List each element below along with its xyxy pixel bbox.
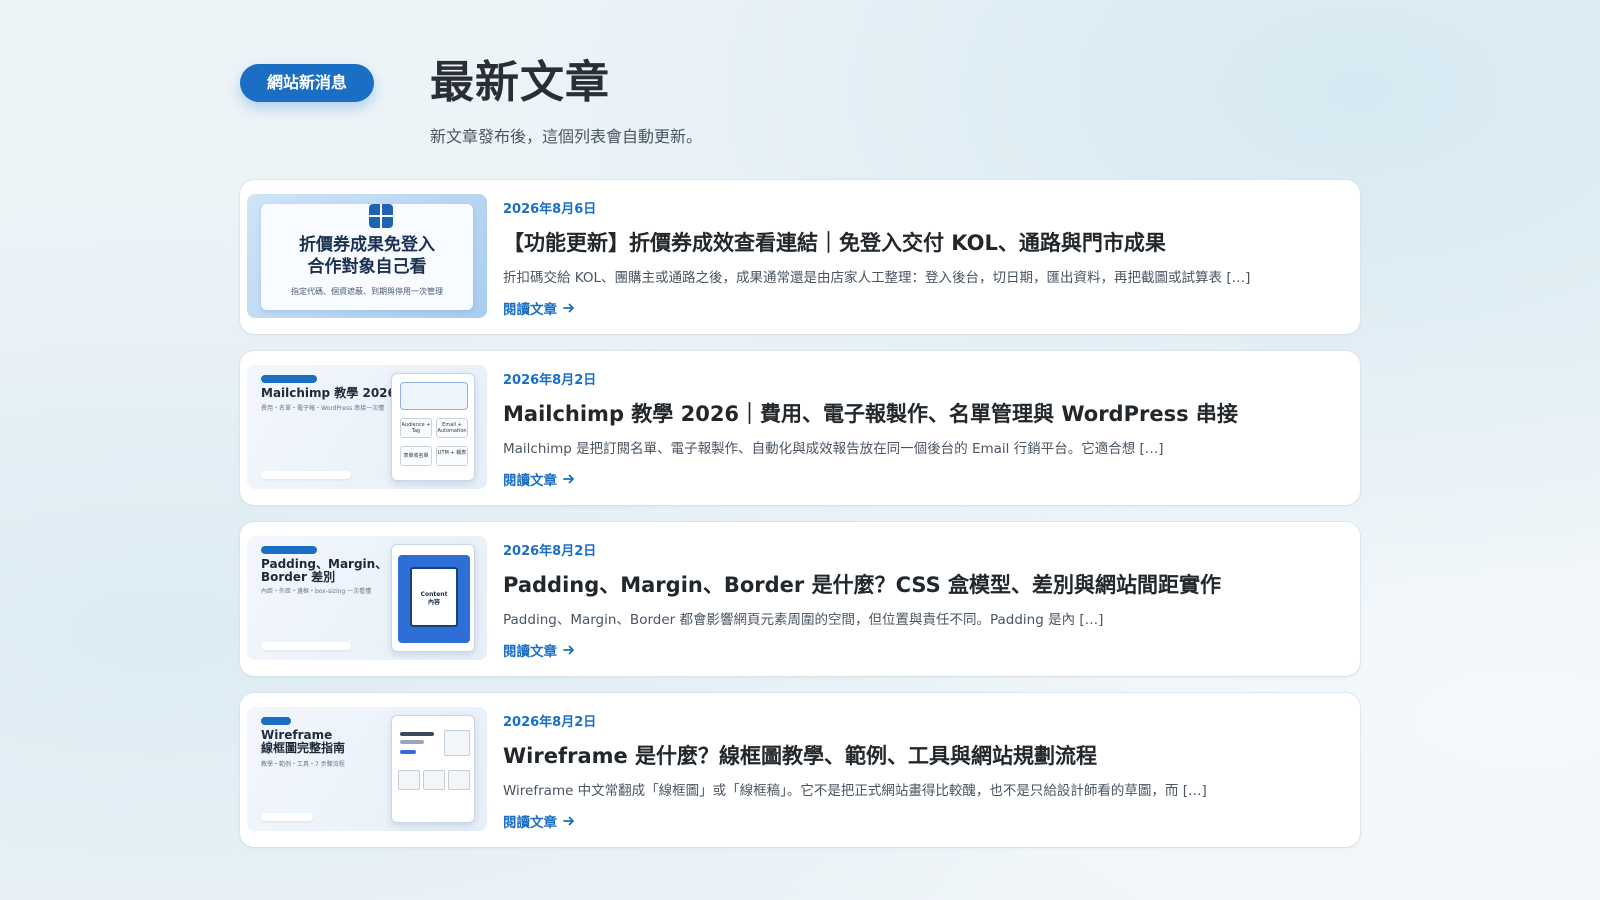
arrow-right-icon [563, 474, 574, 484]
post-card: Mailchimp 教學 2026 費用・名單・電子報・WordPress 串接… [240, 351, 1360, 505]
brand-logo-icon [369, 204, 393, 228]
thumbnail-subtext: 教學・範例・工具・7 步驟流程 [261, 761, 345, 768]
post-thumbnail[interactable]: Padding、Margin、Border 差別 內距・外距・邊框・box-si… [247, 536, 487, 660]
thumbnail-subtext: 費用・名單・電子報・WordPress 串接一次懂 [261, 405, 385, 412]
post-card: Wireframe 線框圖完整指南 教學・範例・工具・7 步驟流程 2026年8… [240, 693, 1360, 847]
post-content: 2026年8月2日 Mailchimp 教學 2026｜費用、電子報製作、名單管… [503, 372, 1333, 489]
post-content: 2026年8月6日 【功能更新】折價券成效查看連結｜免登入交付 KOL、通路與門… [503, 201, 1333, 318]
thumbnail-subtext: 內距・外距・邊框・box-sizing 一次看懂 [261, 588, 372, 595]
read-more-link[interactable]: 閱讀文章 [503, 298, 575, 318]
device-box: Audience + Tag [400, 418, 432, 438]
page-subtitle: 新文章發布後，這個列表會自動更新。 [430, 127, 703, 146]
post-excerpt: Padding、Margin、Border 都會影響網頁元素周圍的空間，但位置與… [503, 612, 1104, 628]
thumbnail-tag [261, 375, 317, 383]
read-more-link[interactable]: 閱讀文章 [503, 469, 575, 489]
thumbnail-heading-line2: 合作對象自己看 [307, 257, 427, 277]
news-badge: 網站新消息 [240, 64, 374, 102]
post-date: 2026年8月2日 [503, 373, 597, 388]
thumbnail-heading: Wireframe 線框圖完整指南 [261, 729, 401, 755]
read-more-label: 閱讀文章 [503, 815, 557, 831]
arrow-right-icon [563, 303, 574, 313]
post-content: 2026年8月2日 Padding、Margin、Border 是什麼？CSS … [503, 543, 1333, 660]
thumbnail-footer [261, 471, 351, 479]
box-model-content-sub: 內容 [427, 599, 440, 606]
post-title[interactable]: Mailchimp 教學 2026｜費用、電子報製作、名單管理與 WordPre… [503, 400, 1333, 428]
arrow-right-icon [563, 816, 574, 826]
read-more-label: 閱讀文章 [503, 473, 557, 489]
box-model-content: Content 內容 [410, 567, 458, 627]
device-header-block [400, 382, 468, 410]
post-content: 2026年8月2日 Wireframe 是什麼？線框圖教學、範例、工具與網站規劃… [503, 714, 1333, 831]
device-box: UTM + 報表 [436, 446, 468, 466]
post-thumbnail[interactable]: Wireframe 線框圖完整指南 教學・範例・工具・7 步驟流程 [247, 707, 487, 831]
wireframe-cell [448, 770, 470, 790]
box-model-content-label: Content [420, 591, 448, 598]
post-title[interactable]: Padding、Margin、Border 是什麼？CSS 盒模型、差別與網站間… [503, 571, 1333, 599]
thumbnail-heading-line1: 折價券成果免登入 [299, 235, 435, 255]
post-list: 折價券成果免登入 合作對象自己看 指定代碼、個資遮蔽、到期與停用一次管理 202… [240, 180, 1360, 864]
thumbnail-heading: Padding、Margin、Border 差別 [261, 557, 388, 584]
post-date: 2026年8月2日 [503, 715, 597, 730]
page-title: 最新文章 [430, 57, 610, 108]
thumbnail-heading-line2: 線框圖完整指南 [261, 741, 346, 755]
thumbnail-footer [261, 642, 351, 650]
post-date: 2026年8月2日 [503, 544, 597, 559]
wireframe-button [400, 750, 416, 754]
wireframe-cell [398, 770, 420, 790]
post-title[interactable]: 【功能更新】折價券成效查看連結｜免登入交付 KOL、通路與門市成果 [503, 229, 1333, 257]
thumbnail-device-illustration: Content 內容 [391, 544, 475, 652]
post-excerpt: Wireframe 中文常翻成「線框圖」或「線框稿」。它不是把正式網站畫得比較醜… [503, 783, 1207, 799]
wireframe-line [400, 732, 434, 736]
post-card: 折價券成果免登入 合作對象自己看 指定代碼、個資遮蔽、到期與停用一次管理 202… [240, 180, 1360, 334]
read-more-label: 閱讀文章 [503, 302, 557, 318]
wireframe-cell [423, 770, 445, 790]
thumbnail-heading: Mailchimp 教學 2026 [261, 386, 396, 400]
thumbnail-heading: 折價券成果免登入 合作對象自己看 [261, 234, 473, 278]
wireframe-line [400, 740, 424, 744]
device-box: Email + Automation [436, 418, 468, 438]
box-model-border: Content 內容 [398, 555, 470, 643]
device-box: 表單收名單 [400, 446, 432, 466]
thumbnail-tag [261, 717, 291, 725]
thumbnail-tag [261, 546, 317, 554]
read-more-label: 閱讀文章 [503, 644, 557, 660]
thumbnail-device-illustration [391, 715, 475, 823]
thumbnail-footer [261, 813, 313, 821]
post-thumbnail[interactable]: 折價券成果免登入 合作對象自己看 指定代碼、個資遮蔽、到期與停用一次管理 [247, 194, 487, 318]
post-excerpt: Mailchimp 是把訂閱名單、電子報製作、自動化與成效報告放在同一個後台的 … [503, 441, 1164, 457]
read-more-link[interactable]: 閱讀文章 [503, 811, 575, 831]
thumbnail-device-illustration: Audience + Tag Email + Automation 表單收名單 … [391, 373, 475, 481]
thumbnail-panel: 折價券成果免登入 合作對象自己看 指定代碼、個資遮蔽、到期與停用一次管理 [261, 204, 473, 310]
wireframe-image-block [444, 730, 470, 756]
post-thumbnail[interactable]: Mailchimp 教學 2026 費用・名單・電子報・WordPress 串接… [247, 365, 487, 489]
post-title[interactable]: Wireframe 是什麼？線框圖教學、範例、工具與網站規劃流程 [503, 742, 1333, 770]
thumbnail-subtext: 指定代碼、個資遮蔽、到期與停用一次管理 [291, 287, 443, 296]
arrow-right-icon [563, 645, 574, 655]
read-more-link[interactable]: 閱讀文章 [503, 640, 575, 660]
post-excerpt: 折扣碼交給 KOL、團購主或通路之後，成果通常還是由店家人工整理：登入後台，切日… [503, 270, 1251, 286]
post-card: Padding、Margin、Border 差別 內距・外距・邊框・box-si… [240, 522, 1360, 676]
section-header: 網站新消息 最新文章 新文章發布後，這個列表會自動更新。 [240, 55, 1360, 155]
post-date: 2026年8月6日 [503, 202, 597, 217]
